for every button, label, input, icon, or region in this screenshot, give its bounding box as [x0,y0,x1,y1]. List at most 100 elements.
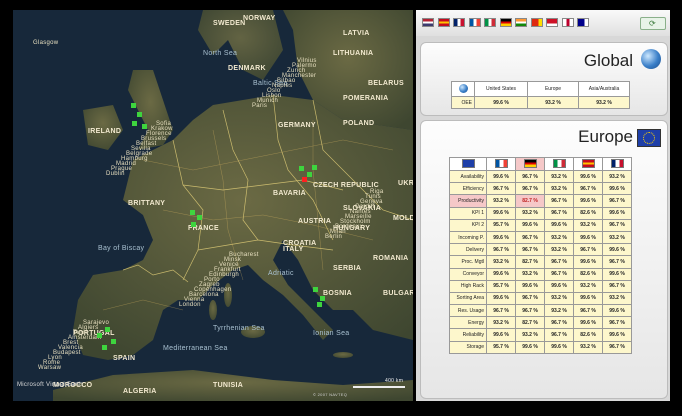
europe-value-cell[interactable]: 93.2 % [602,169,632,184]
europe-value-cell[interactable]: 96.7 % [573,304,603,318]
europe-value-cell[interactable]: 99.6 % [515,340,545,354]
site-marker[interactable] [136,112,142,118]
europe-value-cell[interactable]: 99.6 % [602,243,632,257]
europe-value-cell[interactable]: 99.6 % [486,267,516,281]
europe-value-cell[interactable]: 96.7 % [515,230,545,245]
europe-value-cell[interactable]: 96.7 % [486,243,516,257]
site-marker[interactable] [131,121,137,127]
europe-value-cell[interactable]: 99.6 % [486,328,516,342]
site-marker[interactable] [96,333,102,339]
europe-value-cell[interactable]: 99.6 % [602,304,632,318]
site-marker[interactable] [311,164,317,170]
europe-value-cell[interactable]: 93.2 % [573,340,603,354]
europe-value-cell[interactable]: 99.6 % [573,194,603,208]
flag-uk-button[interactable] [453,18,465,27]
europe-value-cell[interactable]: 93.2 % [486,316,516,330]
europe-value-cell[interactable]: 82.7 % [515,194,545,208]
europe-value-cell[interactable]: 96.7 % [602,194,632,208]
europe-value-cell[interactable]: 99.6 % [515,279,545,293]
europe-value-cell[interactable]: 96.7 % [486,182,516,196]
site-marker[interactable] [142,124,148,130]
flag-au-button[interactable] [577,18,589,27]
site-marker-alert[interactable] [302,176,308,182]
europe-col-uk[interactable] [602,157,632,171]
site-marker[interactable] [110,339,116,345]
europe-value-cell[interactable]: 96.7 % [544,194,574,208]
europe-value-cell[interactable]: 95.7 % [486,218,516,232]
site-marker[interactable] [313,286,318,292]
europe-value-cell[interactable]: 96.7 % [573,182,603,196]
europe-value-cell[interactable]: 82.7 % [515,316,545,330]
europe-col-fr[interactable] [486,157,516,171]
europe-value-cell[interactable]: 82.6 % [573,328,603,342]
europe-value-cell[interactable]: 96.7 % [602,340,632,354]
europe-value-cell[interactable]: 99.6 % [515,218,545,232]
europe-value-cell[interactable]: 96.7 % [515,169,545,184]
global-value-asia[interactable]: 93.2 % [578,96,630,109]
europe-value-cell[interactable]: 96.7 % [544,316,574,330]
europe-value-cell[interactable]: 96.7 % [544,255,574,269]
refresh-button[interactable]: ⟳ [640,17,666,30]
europe-value-cell[interactable]: 93.2 % [544,304,574,318]
europe-value-cell[interactable]: 93.2 % [544,243,574,257]
europe-col-eu[interactable] [449,157,487,171]
site-marker[interactable] [196,214,202,220]
europe-value-cell[interactable]: 99.6 % [573,291,603,306]
site-marker[interactable] [298,166,304,172]
europe-value-cell[interactable]: 99.6 % [486,230,516,245]
site-marker[interactable] [130,103,136,109]
site-marker[interactable] [102,345,108,351]
europe-value-cell[interactable]: 99.6 % [544,218,574,232]
europe-value-cell[interactable]: 96.7 % [515,291,545,306]
europe-value-cell[interactable]: 93.2 % [544,291,574,306]
flag-jp-button[interactable] [561,18,574,27]
europe-value-cell[interactable]: 82.6 % [573,267,603,281]
europe-col-de[interactable] [515,157,545,171]
europe-value-cell[interactable]: 93.2 % [544,169,574,184]
europe-value-cell[interactable]: 96.7 % [602,316,632,330]
site-marker[interactable] [189,210,195,215]
europe-value-cell[interactable]: 99.6 % [544,340,574,354]
europe-value-cell[interactable]: 99.6 % [486,291,516,306]
europe-value-cell[interactable]: 99.6 % [602,328,632,342]
global-value-europe[interactable]: 93.2 % [527,96,579,109]
europe-value-cell[interactable]: 96.7 % [486,304,516,318]
flag-it-button[interactable] [484,18,496,27]
europe-value-cell[interactable]: 96.7 % [544,206,574,220]
europe-value-cell[interactable]: 96.7 % [515,182,545,196]
flag-de-button[interactable] [499,18,512,27]
europe-value-cell[interactable]: 95.7 % [486,279,516,293]
europe-value-cell[interactable]: 93.2 % [573,279,603,293]
europe-value-cell[interactable]: 93.2 % [515,267,545,281]
europe-value-cell[interactable]: 99.6 % [486,169,516,184]
europe-value-cell[interactable]: 93.2 % [602,230,632,245]
flag-in-button[interactable] [515,18,527,27]
flag-us-button[interactable] [422,18,434,27]
europe-value-cell[interactable]: 93.2 % [486,194,516,208]
europe-value-cell[interactable]: 99.6 % [573,230,603,245]
europe-value-cell[interactable]: 99.6 % [573,316,603,330]
global-value-us[interactable]: 99.6 % [474,96,528,109]
europe-value-cell[interactable]: 96.7 % [602,218,632,232]
europe-value-cell[interactable]: 82.7 % [515,255,545,269]
europe-value-cell[interactable]: 99.6 % [602,267,632,281]
europe-value-cell[interactable]: 96.7 % [544,328,574,342]
europe-value-cell[interactable]: 93.2 % [602,291,632,306]
site-marker[interactable] [307,172,313,178]
europe-value-cell[interactable]: 93.2 % [515,206,545,220]
europe-value-cell[interactable]: 99.6 % [602,182,632,196]
europe-value-cell[interactable]: 96.7 % [573,243,603,257]
europe-col-es[interactable] [573,157,603,171]
flag-id-button[interactable] [546,18,558,27]
europe-value-cell[interactable]: 99.6 % [602,206,632,220]
flag-fr-button[interactable] [468,18,481,27]
europe-value-cell[interactable]: 93.2 % [544,182,574,196]
europe-value-cell[interactable]: 93.2 % [544,230,574,245]
europe-map[interactable]: GERMANY BELARUS CZECH REPUBLIC AUSTRIA POLAN… [13,10,413,401]
site-marker[interactable] [320,295,326,301]
europe-value-cell[interactable]: 96.7 % [515,243,545,257]
europe-value-cell[interactable]: 93.2 % [573,218,603,232]
europe-value-cell[interactable]: 95.7 % [486,340,516,354]
europe-value-cell[interactable]: 93.2 % [515,328,545,342]
europe-value-cell[interactable]: 99.6 % [573,255,603,269]
